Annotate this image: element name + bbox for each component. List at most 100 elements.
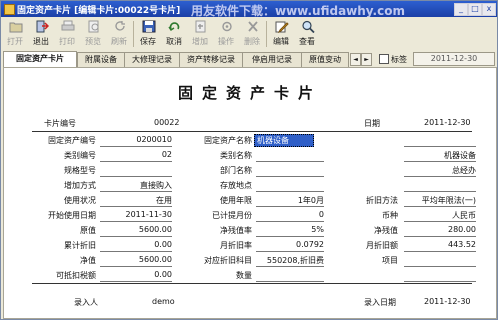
field-value[interactable]: 机器设备: [404, 150, 476, 161]
save-button[interactable]: 保存: [136, 20, 160, 49]
field-label: 类别编号: [64, 151, 96, 160]
field-underline: [100, 146, 172, 147]
field-label: 可抵扣税额: [56, 271, 96, 280]
field-label: 数量: [236, 271, 252, 280]
operate-icon: [222, 21, 232, 32]
field-underline: [256, 221, 324, 222]
field-label: 净残值: [374, 226, 398, 235]
operate-button[interactable]: 操作: [214, 20, 238, 49]
minimize-button[interactable]: _: [454, 3, 468, 16]
app-icon: [4, 4, 15, 15]
field-value[interactable]: 0: [256, 210, 324, 219]
open-button[interactable]: 打开: [3, 20, 27, 49]
tab-scroll-left-button[interactable]: ◄: [350, 53, 361, 66]
card-title: 固定资产卡片: [177, 84, 322, 102]
field-value[interactable]: 平均年限法(一): [404, 195, 476, 206]
field-label: 累计折旧: [64, 241, 96, 250]
field-value[interactable]: 550208,折旧费: [256, 255, 324, 266]
field-label: 月折旧额: [366, 241, 398, 250]
print-button[interactable]: 打印: [55, 20, 79, 49]
field-value[interactable]: 02: [100, 150, 172, 159]
add-icon: [195, 20, 206, 33]
label-checkbox-label: 标签: [391, 55, 407, 64]
view-button[interactable]: 查看: [295, 20, 319, 49]
field-value[interactable]: 0.00: [100, 270, 172, 279]
tab-fixed-asset-card[interactable]: 固定资产卡片: [3, 51, 77, 68]
field-label: 折旧方法: [366, 196, 398, 205]
field-label: 对应折旧科目: [204, 256, 252, 265]
field-underline: [256, 191, 324, 192]
maximize-button[interactable]: □: [468, 3, 482, 16]
field-underline: [100, 206, 172, 207]
field-label: 固定资产编号: [48, 136, 96, 145]
field-underline: [256, 266, 324, 267]
delete-button[interactable]: 删除: [240, 20, 264, 49]
field-underline: [404, 281, 476, 282]
edit-button[interactable]: 编辑: [269, 20, 293, 49]
field-value[interactable]: 0200010: [100, 135, 172, 144]
preview-button[interactable]: 预览: [81, 20, 105, 49]
tab-scroll-right-button[interactable]: ►: [361, 53, 372, 66]
field-underline: [100, 221, 172, 222]
field-value[interactable]: 0.0792: [256, 240, 324, 249]
field-label: 部门名称: [220, 166, 252, 175]
field-label: 固定资产名称: [204, 136, 252, 145]
tab-strip: 固定资产卡片 附属设备 大修理记录 资产转移记录 停启用记录 原值变动 ◄ ► …: [1, 51, 497, 68]
tab-original-value-change[interactable]: 原值变动: [301, 52, 349, 67]
print-label: 打印: [59, 37, 75, 46]
exit-button[interactable]: 退出: [29, 20, 53, 49]
tab-stop-start-record[interactable]: 停启用记录: [242, 52, 302, 67]
field-value[interactable]: 5600.00: [100, 255, 172, 264]
operate-label: 操作: [218, 37, 234, 46]
field-value[interactable]: 人民币: [404, 210, 476, 221]
preview-icon: [88, 20, 99, 33]
card-number-value: 00022: [154, 118, 180, 127]
field-value[interactable]: 280.00: [404, 225, 476, 234]
cancel-button[interactable]: 取消: [162, 20, 186, 49]
view-icon: [302, 20, 315, 33]
open-icon: [9, 22, 23, 33]
exit-icon: [36, 20, 49, 33]
tab-major-repair-record[interactable]: 大修理记录: [124, 52, 180, 67]
field-underline: [100, 191, 172, 192]
field-underline: [404, 206, 476, 207]
label-checkbox[interactable]: [379, 54, 389, 64]
field-value[interactable]: 5600.00: [100, 225, 172, 234]
add-label: 增加: [192, 37, 208, 46]
refresh-label: 刷新: [111, 37, 127, 46]
edit-label: 编辑: [273, 37, 289, 46]
field-underline: [256, 236, 324, 237]
field-label: 月折旧率: [220, 241, 252, 250]
field-value[interactable]: 1年0月: [256, 195, 324, 206]
field-value[interactable]: 5%: [256, 225, 324, 234]
delete-icon: [248, 21, 258, 32]
open-label: 打开: [7, 37, 23, 46]
tab-attached-equipment[interactable]: 附属设备: [77, 52, 125, 67]
field-label: 存放地点: [220, 181, 252, 190]
field-underline: [404, 266, 476, 267]
field-underline: [404, 191, 476, 192]
field-value[interactable]: 2011-11-30: [100, 210, 173, 219]
save-icon: [142, 20, 156, 33]
field-underline: [100, 176, 172, 177]
toolbar: 打开 退出 打印 预览 刷新 保存 取消 增加 操作 删除 编辑 查看: [1, 17, 497, 52]
entered-by-label: 录入人: [74, 298, 98, 307]
refresh-button[interactable]: 刷新: [107, 20, 131, 49]
toolbar-separator: [133, 21, 134, 47]
field-underline: [404, 251, 476, 252]
view-label: 查看: [299, 37, 315, 46]
card-number-label: 卡片编号: [44, 119, 76, 128]
field-underline: [404, 146, 476, 147]
field-value[interactable]: 443.52: [404, 240, 476, 249]
asset-name-input[interactable]: 机器设备: [254, 134, 314, 147]
close-button[interactable]: x: [482, 3, 496, 16]
add-button[interactable]: 增加: [188, 20, 212, 49]
field-label: 净残值率: [220, 226, 252, 235]
field-value[interactable]: 直接购入: [100, 180, 172, 191]
entry-date-label: 录入日期: [364, 298, 396, 307]
field-value[interactable]: 0.00: [100, 240, 172, 249]
field-value[interactable]: 在用: [100, 195, 172, 206]
field-value[interactable]: 总经办: [404, 165, 476, 176]
entered-by-value: demo: [152, 297, 175, 306]
tab-asset-transfer-record[interactable]: 资产转移记录: [179, 52, 243, 67]
